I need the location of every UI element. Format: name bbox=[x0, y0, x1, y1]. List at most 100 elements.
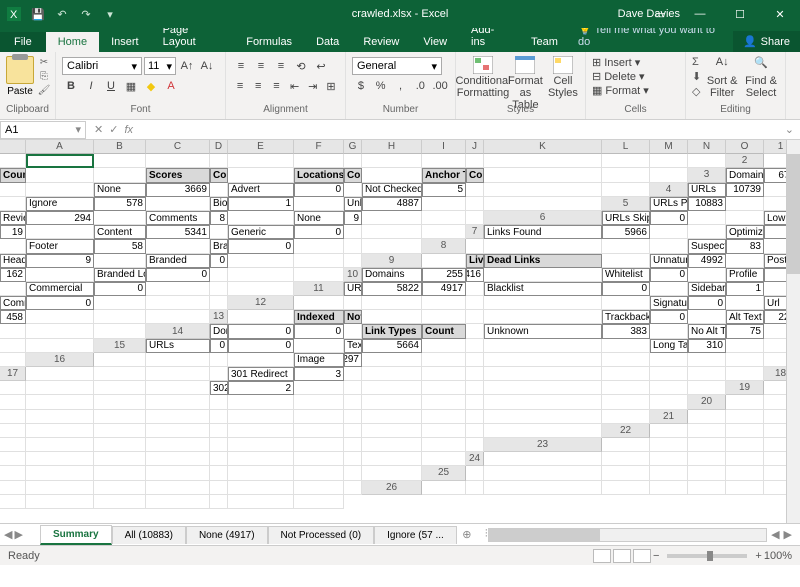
cell[interactable] bbox=[344, 424, 362, 438]
cell[interactable] bbox=[26, 310, 94, 324]
cell[interactable] bbox=[422, 438, 466, 452]
cell[interactable] bbox=[726, 339, 764, 353]
cell[interactable] bbox=[94, 310, 146, 324]
cell[interactable] bbox=[228, 168, 294, 182]
cell[interactable] bbox=[602, 168, 650, 182]
cell[interactable] bbox=[688, 154, 726, 168]
cell[interactable] bbox=[228, 495, 294, 509]
cell[interactable] bbox=[362, 367, 422, 381]
cell[interactable] bbox=[422, 339, 466, 353]
cell[interactable] bbox=[602, 410, 650, 424]
cell[interactable]: Count bbox=[210, 168, 228, 182]
cell[interactable] bbox=[466, 438, 484, 452]
cell[interactable] bbox=[484, 395, 602, 409]
cell[interactable]: 4917 bbox=[422, 282, 466, 296]
cell[interactable] bbox=[210, 154, 228, 168]
cell[interactable]: 0 bbox=[294, 225, 344, 239]
cell[interactable] bbox=[228, 268, 294, 282]
maximize-icon[interactable]: ☐ bbox=[720, 0, 760, 28]
cell[interactable] bbox=[228, 466, 294, 480]
worksheet-area[interactable]: ABCDEFGHIJKLMNO12CountScoresCountLocatio… bbox=[0, 140, 800, 523]
cell[interactable] bbox=[422, 154, 466, 168]
cell[interactable] bbox=[362, 310, 422, 324]
cell[interactable] bbox=[484, 197, 602, 211]
cell[interactable] bbox=[0, 495, 26, 509]
cell[interactable]: 0 bbox=[650, 310, 688, 324]
cell[interactable]: Domains bbox=[210, 324, 228, 338]
cell[interactable] bbox=[210, 353, 228, 367]
cell[interactable]: 10739 bbox=[726, 183, 764, 197]
tab-insert[interactable]: Insert bbox=[99, 32, 151, 52]
col-header[interactable]: N bbox=[688, 140, 726, 154]
cell[interactable]: 301 Redirect bbox=[228, 367, 294, 381]
cell[interactable] bbox=[466, 410, 484, 424]
currency-icon[interactable]: $ bbox=[352, 77, 370, 95]
cell[interactable]: Unknown bbox=[344, 197, 362, 211]
cell[interactable]: Suspect bbox=[688, 239, 726, 253]
cell[interactable] bbox=[210, 452, 228, 466]
cell[interactable] bbox=[344, 367, 362, 381]
cell[interactable] bbox=[422, 381, 466, 395]
cell[interactable] bbox=[602, 381, 650, 395]
cell[interactable] bbox=[94, 154, 146, 168]
cell[interactable]: Header bbox=[0, 254, 26, 268]
cell[interactable]: 0 bbox=[294, 324, 344, 338]
tab-file[interactable]: File bbox=[0, 32, 46, 52]
align-center-icon[interactable]: ≡ bbox=[250, 77, 266, 95]
cell[interactable] bbox=[94, 367, 146, 381]
align-bottom-icon[interactable]: ≡ bbox=[272, 57, 290, 75]
cell[interactable] bbox=[688, 310, 726, 324]
sheet-tab-all[interactable]: All (10883) bbox=[112, 526, 186, 544]
cell[interactable]: URLs bbox=[146, 339, 210, 353]
cell[interactable] bbox=[294, 395, 344, 409]
cell[interactable]: Blacklist bbox=[484, 282, 602, 296]
cell[interactable]: Links Found bbox=[484, 225, 602, 239]
cell[interactable] bbox=[650, 395, 688, 409]
cell[interactable] bbox=[466, 424, 484, 438]
cell[interactable] bbox=[228, 424, 294, 438]
cell[interactable]: 0 bbox=[210, 254, 228, 268]
cell[interactable] bbox=[650, 154, 688, 168]
cell[interactable]: 9 bbox=[344, 211, 362, 225]
cell[interactable] bbox=[0, 239, 26, 253]
cell[interactable]: Anchor Text Types bbox=[422, 168, 466, 182]
cell[interactable] bbox=[650, 239, 688, 253]
cell[interactable] bbox=[602, 339, 650, 353]
cell[interactable] bbox=[146, 438, 210, 452]
cell[interactable]: 1 bbox=[228, 197, 294, 211]
cell[interactable] bbox=[362, 466, 422, 480]
cell[interactable]: Locations bbox=[294, 168, 344, 182]
cell[interactable] bbox=[26, 438, 94, 452]
cell[interactable] bbox=[26, 339, 94, 353]
cell[interactable] bbox=[484, 481, 602, 495]
cell[interactable] bbox=[94, 353, 146, 367]
cell[interactable] bbox=[344, 481, 362, 495]
horizontal-scrollbar[interactable] bbox=[488, 528, 767, 542]
cell[interactable] bbox=[294, 197, 344, 211]
cell[interactable] bbox=[422, 296, 466, 310]
percent-icon[interactable]: % bbox=[372, 77, 390, 95]
normal-view-icon[interactable] bbox=[593, 549, 611, 563]
cell[interactable] bbox=[688, 466, 726, 480]
cell[interactable] bbox=[422, 197, 466, 211]
tab-home[interactable]: Home bbox=[46, 32, 99, 52]
comma-icon[interactable]: , bbox=[392, 77, 410, 95]
cell[interactable] bbox=[210, 225, 228, 239]
cell[interactable] bbox=[146, 239, 210, 253]
cell[interactable] bbox=[94, 211, 146, 225]
row-header[interactable]: 17 bbox=[0, 367, 26, 381]
insert-cells-button[interactable]: ⊞ Insert ▾ bbox=[592, 56, 679, 69]
cell[interactable] bbox=[362, 154, 422, 168]
cell[interactable] bbox=[94, 296, 146, 310]
cell[interactable] bbox=[362, 353, 422, 367]
col-header[interactable]: B bbox=[94, 140, 146, 154]
clear-icon[interactable]: ◇ bbox=[692, 85, 701, 98]
cell[interactable] bbox=[466, 296, 484, 310]
row-header[interactable]: 16 bbox=[26, 353, 94, 367]
row-header[interactable]: 14 bbox=[146, 324, 210, 338]
cell[interactable]: 5966 bbox=[602, 225, 650, 239]
cell[interactable] bbox=[146, 495, 210, 509]
cell[interactable] bbox=[146, 466, 210, 480]
cell[interactable]: Generic bbox=[228, 225, 294, 239]
align-middle-icon[interactable]: ≡ bbox=[252, 57, 270, 75]
